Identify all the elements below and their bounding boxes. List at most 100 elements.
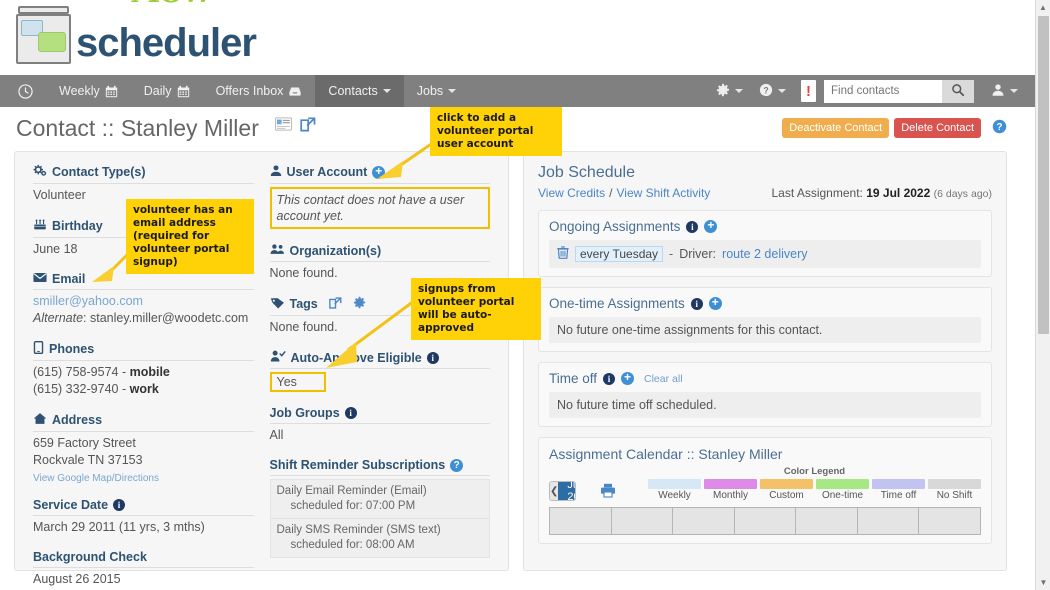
service-date-value: March 29 2011 (11 yrs, 3 mths) — [33, 520, 205, 534]
delete-contact-button[interactable]: Delete Contact — [894, 118, 981, 138]
anno-user-account: click to add a volunteer portal user acc… — [430, 107, 562, 156]
info-icon[interactable]: i — [113, 499, 126, 511]
info-icon[interactable]: i — [690, 297, 703, 310]
user-menu-button[interactable] — [984, 83, 1025, 100]
email-primary[interactable]: smiller@yahoo.com — [33, 293, 254, 310]
add-ongoing-assignment-button[interactable] — [704, 220, 718, 233]
view-credits-link[interactable]: View Credits — [538, 186, 605, 200]
last-assignment: Last Assignment: 19 Jul 2022 (6 days ago… — [771, 186, 992, 200]
info-icon[interactable]: i — [344, 407, 357, 419]
help-circle-icon[interactable]: ? — [450, 458, 464, 472]
inbox-icon — [288, 84, 302, 98]
legend-swatch — [648, 479, 701, 489]
chevron-down-icon — [778, 89, 786, 93]
nav-item-weekly[interactable]: Weekly — [46, 75, 131, 107]
color-legend-title: Color Legend — [783, 466, 846, 477]
section-auto-approve-label: Auto-Approve Eligible — [290, 350, 422, 365]
phone-type: work — [129, 382, 159, 396]
color-legend: Color Legend Weekly Monthly Custom One-t… — [648, 466, 981, 501]
scroll-up-icon[interactable]: ▲ — [1036, 0, 1050, 15]
info-icon[interactable]: i — [686, 220, 699, 233]
search-button[interactable] — [942, 79, 974, 103]
page-help-icon[interactable]: ? — [992, 119, 1007, 137]
scrollbar-thumb[interactable] — [1038, 16, 1049, 334]
search-input[interactable] — [824, 79, 942, 103]
edit-external-icon[interactable] — [299, 116, 316, 135]
home-icon — [33, 412, 47, 428]
deactivate-contact-button[interactable]: Deactivate Contact — [782, 118, 890, 138]
onetime-assignments-empty: No future one-time assignments for this … — [549, 317, 981, 343]
section-job-groups: Job Groups i All — [269, 406, 490, 444]
chevron-left-icon[interactable]: ❮ — [550, 482, 559, 500]
info-icon[interactable]: i — [603, 372, 616, 385]
alert-exclamation-icon[interactable]: ! — [801, 80, 816, 102]
add-time-off-button[interactable] — [621, 372, 635, 385]
section-auto-approve: Auto-Approve Eligible i Yes — [269, 350, 490, 392]
edit-icon[interactable] — [328, 296, 342, 312]
page-header-actions: Deactivate Contact Delete Contact ? — [782, 118, 1007, 138]
printer-icon — [600, 483, 616, 501]
ongoing-assignments-header: Ongoing Assignments i — [549, 219, 981, 234]
job-schedule-links: View Credits / View Shift Activity Last … — [538, 186, 992, 200]
calendar-header-cell[interactable] — [919, 508, 981, 534]
contact-card-icon[interactable] — [274, 116, 292, 135]
nav-item-dashboard[interactable] — [0, 75, 46, 107]
auto-approve-value: Yes — [269, 372, 326, 392]
scroll-down-icon[interactable]: ▼ — [1036, 575, 1050, 590]
nav-item-daily[interactable]: Daily — [131, 75, 203, 107]
calendar-header-cell[interactable] — [550, 508, 612, 534]
calendar-header-cell[interactable] — [611, 508, 674, 534]
brand-scheduler-text: scheduler — [76, 21, 257, 65]
assignment-role: Driver: — [679, 247, 717, 261]
calendar-header-cell[interactable] — [673, 508, 735, 534]
settings-menu-button[interactable] — [709, 83, 750, 100]
section-user-account-label: User Account — [286, 165, 368, 179]
time-off-label: Time off — [549, 371, 598, 386]
links-separator: / — [609, 186, 613, 200]
info-icon[interactable]: i — [426, 351, 439, 364]
nav-item-offers-inbox[interactable]: Offers Inbox — [203, 75, 316, 107]
legend-item: No Shift — [928, 479, 981, 501]
calendar-month-nav: ❮ Jul 2022 ❯ — [549, 481, 576, 501]
navbar-right-group: ? ! — [709, 75, 1035, 107]
page-scrollbar[interactable]: ▲ ▼ — [1035, 0, 1050, 590]
brand-logo[interactable]: MOW scheduler — [16, 0, 257, 65]
add-onetime-assignment-button[interactable] — [708, 297, 722, 310]
help-circle-icon: ? — [759, 83, 773, 100]
clear-all-time-off-link[interactable]: Clear all — [644, 373, 683, 385]
page-title-icons — [274, 116, 316, 135]
trash-icon[interactable] — [557, 246, 569, 262]
calendar-month-label[interactable]: Jul 2022 — [558, 482, 575, 500]
nav-item-jobs[interactable]: Jobs — [404, 75, 469, 107]
help-menu-button[interactable]: ? — [752, 83, 793, 100]
tags-settings-gear-icon[interactable] — [353, 296, 366, 312]
list-item: Daily Email Reminder (Email) scheduled f… — [270, 480, 489, 519]
calendar-header-cell[interactable] — [857, 508, 920, 534]
onetime-assignments-header: One-time Assignments i — [549, 296, 981, 311]
legend-label: Weekly — [658, 490, 691, 501]
assignment-recurrence-chip[interactable]: every Tuesday — [575, 246, 664, 262]
last-assignment-ago: (6 days ago) — [933, 188, 992, 200]
assignment-route-link[interactable]: route 2 delivery — [722, 247, 807, 261]
print-calendar-button[interactable] — [600, 483, 616, 501]
view-shift-activity-link[interactable]: View Shift Activity — [616, 186, 710, 200]
email-alternate-row: Alternate: stanley.miller@woodetc.com — [33, 310, 254, 327]
calendar-header-cell[interactable] — [796, 508, 858, 534]
calendar-grid-header — [549, 507, 981, 535]
contact-details-panel: Contact Type(s) Volunteer Birthday June … — [14, 151, 509, 586]
envelope-icon — [33, 272, 47, 286]
add-user-account-button[interactable] — [372, 165, 386, 179]
nav-item-contacts[interactable]: Contacts — [315, 75, 404, 107]
calendar-header-cell[interactable] — [734, 508, 797, 534]
google-map-link[interactable]: View Google Map/Directions — [33, 473, 159, 484]
section-contact-types-label: Contact Type(s) — [52, 165, 146, 179]
legend-item: Custom — [760, 479, 813, 501]
mow-logo-mark-icon — [16, 6, 72, 64]
section-organizations: Organization(s) None found. — [269, 243, 490, 282]
section-contact-types: Contact Type(s) Volunteer — [33, 164, 254, 204]
reminder-name: Daily SMS Reminder (SMS text) — [276, 524, 441, 536]
section-email: Email smiller@yahoo.com Alternate: stanl… — [33, 272, 254, 327]
section-tags-label: Tags — [289, 297, 318, 311]
section-shift-reminders: Shift Reminder Subscriptions ? Daily Ema… — [269, 458, 490, 558]
job-schedule-panel: Job Schedule View Credits / View Shift A… — [523, 151, 1007, 571]
